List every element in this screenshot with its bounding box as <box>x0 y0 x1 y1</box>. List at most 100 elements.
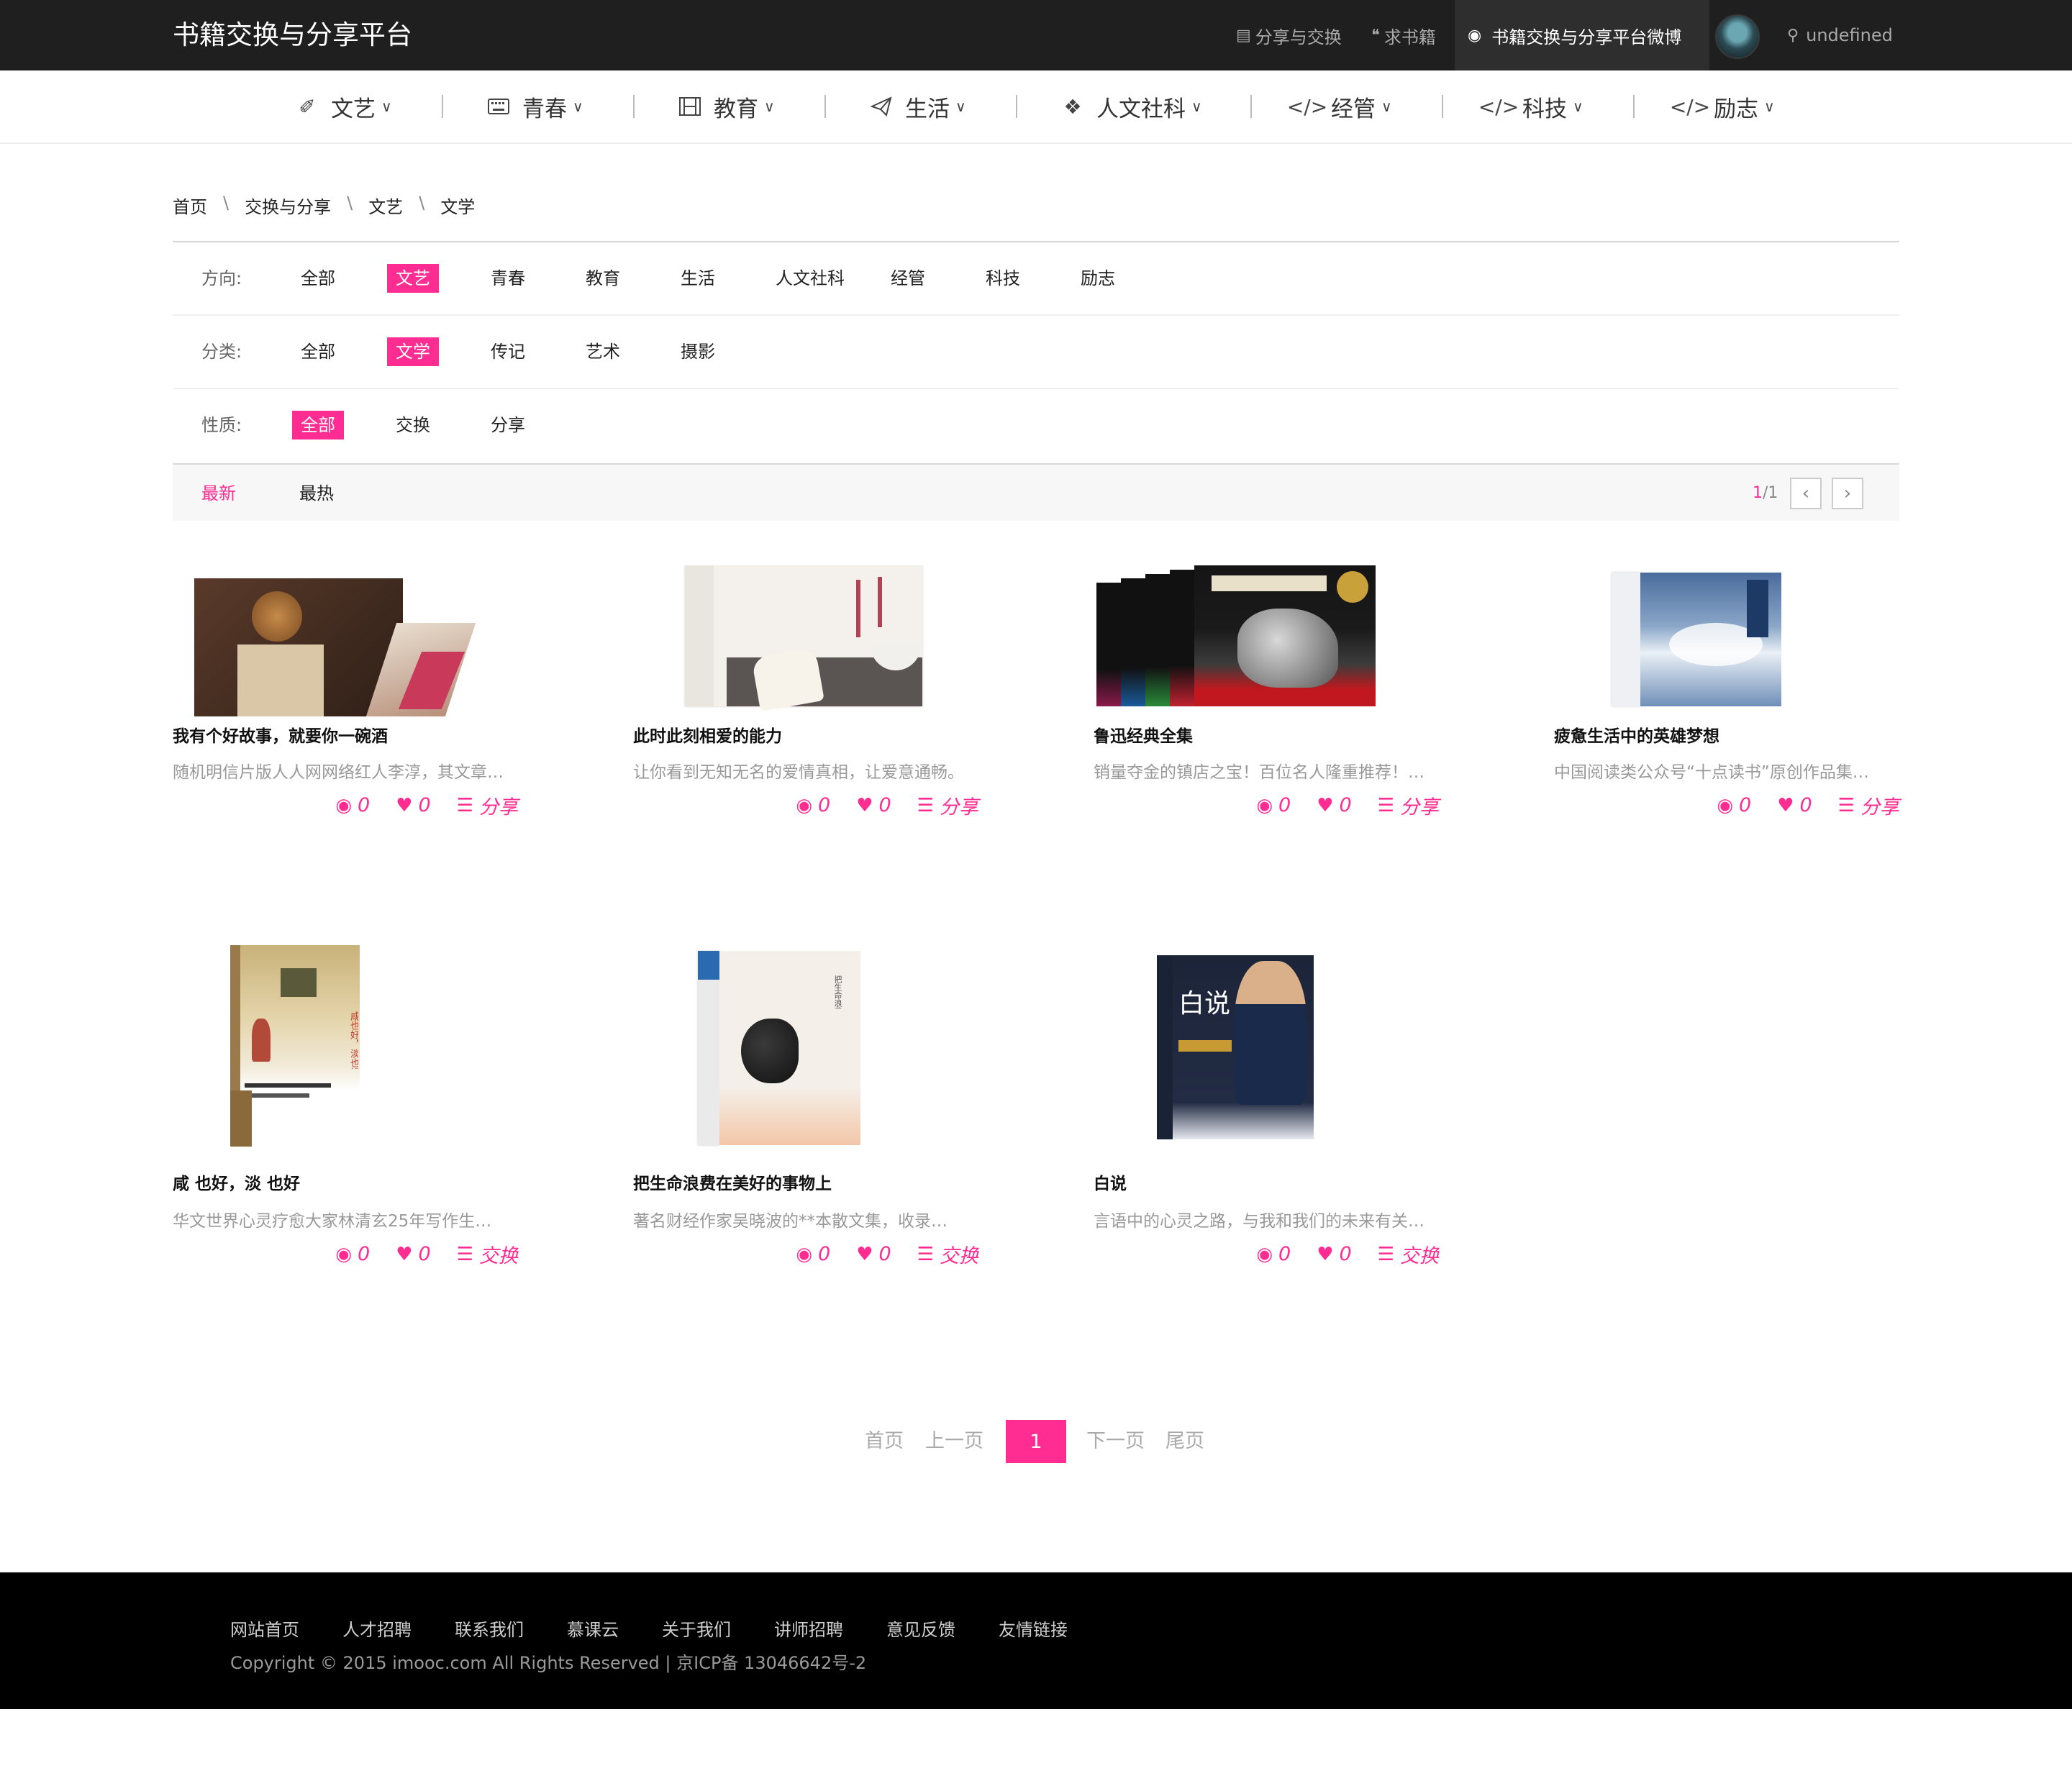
book-meta: ◉ 0 ♥ 0 ☰ 分享 <box>1230 791 1439 819</box>
view-count-value: 0 <box>818 794 831 816</box>
book-desc: 让你看到无知无名的爱情真相，让爱意通畅。 <box>633 763 964 782</box>
location-indicator[interactable]: ⚲ undefined <box>1787 0 1893 70</box>
filter-option[interactable]: 励志 <box>1072 264 1124 293</box>
breadcrumb-exchange[interactable]: 交换与分享 <box>245 193 331 218</box>
eye-icon: ◉ <box>796 1243 812 1265</box>
book-type[interactable]: ☰ 交换 <box>457 1240 518 1268</box>
like-count[interactable]: ♥ 0 <box>1317 1243 1352 1265</box>
book-title[interactable]: 鲁迅经典全集 <box>1094 722 1193 747</box>
category-lizhi[interactable]: </> 励志 ∨ <box>1670 70 1775 142</box>
category-wenyi[interactable]: ✐ 文艺 ∨ <box>295 70 391 142</box>
nav-request-books[interactable]: ❝ 求书籍 <box>1371 0 1436 70</box>
cover-spine <box>685 565 714 706</box>
book-title[interactable]: 此时此刻相爱的能力 <box>633 722 782 747</box>
book-type[interactable]: ☰ 分享 <box>1838 791 1899 819</box>
like-count[interactable]: ♥ 0 <box>396 1243 431 1265</box>
category-jingguan[interactable]: </> 经管 ∨ <box>1287 70 1392 142</box>
prev-page-button[interactable]: ‹ <box>1790 478 1822 509</box>
footer-link[interactable]: 联系我们 <box>455 1616 524 1641</box>
book-meta: ◉ 0 ♥ 0 ☰ 分享 <box>1691 791 1899 819</box>
book-type[interactable]: ☰ 分享 <box>917 791 978 819</box>
like-count[interactable]: ♥ 0 <box>856 794 891 816</box>
book-cover[interactable] <box>1094 565 1439 716</box>
book-title[interactable]: 我有个好故事，就要你一碗酒 <box>173 722 388 747</box>
book-card[interactable]: 白说 白说 言语中的心灵之路，与我和我们的未来有关… ◉ 0 ♥ 0 ☰ 交换 <box>1094 939 1439 1267</box>
like-count[interactable]: ♥ 0 <box>1777 794 1812 816</box>
cover-spine <box>698 951 719 1145</box>
book-card[interactable]: 此时此刻相爱的能力 让你看到无知无名的爱情真相，让爱意通畅。 ◉ 0 ♥ 0 ☰ 分享 <box>633 565 978 819</box>
pager-first[interactable]: 首页 <box>865 1420 904 1463</box>
category-qingchun[interactable]: 青春 ∨ <box>486 70 583 142</box>
book-card[interactable]: 鲁迅经典全集 销量夺金的镇店之宝！百位名人隆重推荐！… ◉ 0 ♥ 0 ☰ 分享 <box>1094 565 1439 819</box>
nav-weibo[interactable]: ◉ 书籍交换与分享平台微博 <box>1455 0 1709 70</box>
site-brand[interactable]: 书籍交换与分享平台 <box>173 16 412 55</box>
book-cover[interactable]: 白说 <box>1094 939 1439 1155</box>
book-card[interactable]: 疲惫生活中的英雄梦想 中国阅读类公众号“十点读书”原创作品集… ◉ 0 ♥ 0 ☰ 分… <box>1554 565 1899 819</box>
book-title[interactable]: 疲惫生活中的英雄梦想 <box>1554 722 1719 747</box>
footer-link[interactable]: 关于我们 <box>662 1616 731 1641</box>
heart-icon: ♥ <box>856 794 873 816</box>
pager-next[interactable]: 下一页 <box>1086 1420 1145 1463</box>
cover-title-mark <box>856 580 860 637</box>
filter-option[interactable]: 交换 <box>387 411 439 439</box>
category-renwensheke[interactable]: ❖ 人文社科 ∨ <box>1060 70 1201 142</box>
book-cover[interactable]: 咸也好，淡也好 <box>173 939 518 1155</box>
book-title[interactable]: 白说 <box>1094 1170 1127 1194</box>
book-title[interactable]: 咸 也好，淡 也好 <box>173 1170 300 1194</box>
filter-option[interactable]: 青春 <box>482 264 534 293</box>
like-count-value: 0 <box>418 794 431 816</box>
book-cover[interactable]: 把生命浪费在美好的事物上 <box>633 939 978 1155</box>
footer-link[interactable]: 人才招聘 <box>342 1616 412 1641</box>
filter-option[interactable]: 分享 <box>482 411 534 439</box>
footer-link[interactable]: 讲师招聘 <box>774 1616 843 1641</box>
category-keji[interactable]: </> 科技 ∨ <box>1478 70 1583 142</box>
book-cover[interactable] <box>633 565 978 716</box>
filter-option[interactable]: 全部 <box>292 337 344 366</box>
sort-newest[interactable]: 最新 <box>201 465 236 522</box>
footer-link[interactable]: 友情链接 <box>999 1616 1068 1641</box>
book-card[interactable]: 咸也好，淡也好 咸 也好，淡 也好 华文世界心灵疗愈大家林清玄25年写作生… ◉… <box>173 939 518 1267</box>
book-type[interactable]: ☰ 分享 <box>1378 791 1439 819</box>
book-cover[interactable] <box>173 565 518 716</box>
footer-link[interactable]: 慕课云 <box>567 1616 619 1641</box>
cover-spine-top <box>698 951 719 980</box>
page-counter: 1/1 <box>1753 465 1778 522</box>
book-type[interactable]: ☰ 交换 <box>917 1240 978 1268</box>
filter-option-active[interactable]: 文艺 <box>387 264 439 293</box>
filter-option[interactable]: 艺术 <box>577 337 629 366</box>
sort-hottest[interactable]: 最热 <box>299 465 334 522</box>
book-card[interactable]: 我有个好故事，就要你一碗酒 随机明信片版人人网网络红人李淳，其文章… ◉ 0 ♥ 0… <box>173 565 518 819</box>
book-card[interactable]: 把生命浪费在美好的事物上 把生命浪费在美好的事物上 著名财经作家吴晓波的**本散… <box>633 939 978 1267</box>
filter-option[interactable]: 科技 <box>977 264 1029 293</box>
filter-option[interactable]: 经管 <box>882 264 934 293</box>
filter-option[interactable]: 摄影 <box>672 337 724 366</box>
category-divider <box>1442 95 1443 118</box>
filter-option-active[interactable]: 全部 <box>292 411 344 439</box>
pager-prev[interactable]: 上一页 <box>925 1420 983 1463</box>
breadcrumb-wenyi[interactable]: 文艺 <box>368 193 403 218</box>
like-count[interactable]: ♥ 0 <box>856 1243 891 1265</box>
breadcrumb-home[interactable]: 首页 <box>173 193 207 218</box>
next-page-button[interactable]: › <box>1832 478 1863 509</box>
filter-option[interactable]: 全部 <box>292 264 344 293</box>
user-avatar[interactable] <box>1715 14 1760 59</box>
book-type[interactable]: ☰ 分享 <box>457 791 518 819</box>
category-shenghuo[interactable]: 生活 ∨ <box>869 70 966 142</box>
footer-link[interactable]: 网站首页 <box>230 1616 299 1641</box>
pager-current[interactable]: 1 <box>1006 1420 1066 1463</box>
book-type[interactable]: ☰ 交换 <box>1378 1240 1439 1268</box>
filter-option[interactable]: 传记 <box>482 337 534 366</box>
pager-last[interactable]: 尾页 <box>1166 1420 1204 1463</box>
like-count[interactable]: ♥ 0 <box>1317 794 1352 816</box>
filter-option[interactable]: 教育 <box>577 264 629 293</box>
filter-option-active[interactable]: 文学 <box>387 337 439 366</box>
book-cover[interactable] <box>1554 565 1899 716</box>
filter-option[interactable]: 人文社科 <box>767 264 853 293</box>
category-jiaoyu[interactable]: 教育 ∨ <box>678 70 775 142</box>
view-count-value: 0 <box>358 1243 371 1265</box>
book-title[interactable]: 把生命浪费在美好的事物上 <box>633 1170 832 1194</box>
footer-link[interactable]: 意见反馈 <box>886 1616 955 1641</box>
filter-option[interactable]: 生活 <box>672 264 724 293</box>
nav-share-exchange[interactable]: ▤ 分享与交换 <box>1236 0 1342 70</box>
like-count[interactable]: ♥ 0 <box>396 794 431 816</box>
